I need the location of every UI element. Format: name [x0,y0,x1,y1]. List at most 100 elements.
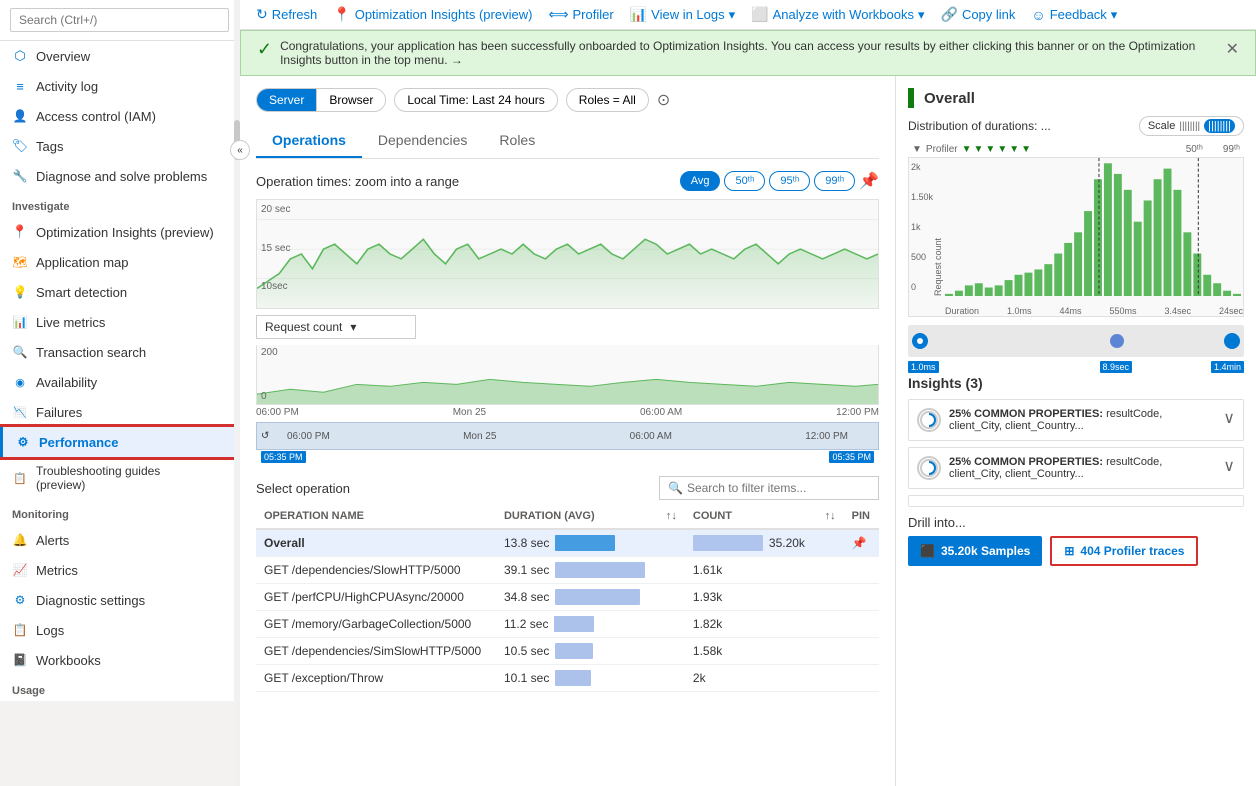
row-pin[interactable] [844,611,879,638]
insight-card-2[interactable]: 25% COMMON PROPERTIES: resultCode, clien… [908,447,1244,489]
sidebar-item-workbooks[interactable]: 📓 Workbooks [0,645,239,675]
sidebar-item-smart-detection[interactable]: 💡 Smart detection [0,277,239,307]
sidebar-item-metrics[interactable]: 📈 Metrics [0,555,239,585]
usage-section-title: Usage [0,675,239,701]
roles-filter-button[interactable]: Roles = All [566,88,649,112]
pin-button[interactable]: 📌 [859,171,879,191]
col-duration[interactable]: DURATION (AVG) [496,504,658,529]
sidebar-item-failures[interactable]: 📉 Failures [0,397,239,427]
sidebar-item-performance[interactable]: ⚙ Performance [0,427,239,457]
optimization-insights-button[interactable]: 📍 Optimization Insights (preview) [333,6,532,23]
distribution-label: Distribution of durations: ... [908,119,1051,133]
range-min-label: 1.0ms [908,361,939,373]
sidebar-item-logs[interactable]: 📋 Logs [0,615,239,645]
row-count: 1.61k [685,557,817,584]
search-input[interactable] [10,8,229,32]
p95-button[interactable]: 95ᵗʰ [769,171,810,191]
table-row[interactable]: GET /perfCPU/HighCPUAsync/20000 34.8 sec… [256,584,879,611]
row-pin[interactable] [844,638,879,665]
samples-button[interactable]: ⬛ 35.20k Samples [908,536,1042,566]
filter-settings-button[interactable]: ⊙ [657,90,670,110]
time-filter-button[interactable]: Local Time: Last 24 hours [394,88,557,112]
row-pin[interactable] [844,665,879,692]
drill-buttons: ⬛ 35.20k Samples ⊞ 404 Profiler traces [908,536,1244,566]
table-row[interactable]: Overall 13.8 sec 35.20k [256,529,879,557]
insight-expand-1[interactable]: ∨ [1223,408,1235,428]
range-slider[interactable]: 1.0ms 8.9sec 1.4min [908,325,1244,357]
main-content: ↻ Refresh 📍 Optimization Insights (previ… [240,0,1256,786]
sidebar-item-tags[interactable]: 🏷 Tags [0,131,239,161]
operations-table: OPERATION NAME DURATION (AVG) ↑↓ COUNT ↑… [256,504,879,692]
row-pin[interactable] [844,584,879,611]
marker-2: ▼ [974,144,984,155]
sidebar-item-overview[interactable]: ⬡ Overview [0,41,239,71]
avg-button[interactable]: Avg [680,171,721,191]
sidebar-item-alerts[interactable]: 🔔 Alerts [0,525,239,555]
p50-button[interactable]: 50ᵗʰ [724,171,765,191]
refresh-button[interactable]: ↻ Refresh [256,6,317,23]
smart-detection-icon: 💡 [12,284,28,300]
row-pin[interactable]: 📌 [844,529,879,557]
table-row[interactable]: GET /memory/GarbageCollection/5000 11.2 … [256,611,879,638]
profiler-traces-button[interactable]: ⊞ 404 Profiler traces [1050,536,1198,566]
profiler-button[interactable]: ⟺ Profiler [548,6,613,23]
sidebar-item-availability[interactable]: ◉ Availability [0,367,239,397]
profiler-funnel-icon: ▼ [912,144,922,155]
sidebar-item-optimization-insights[interactable]: 📍 Optimization Insights (preview) [0,217,239,247]
browser-filter-button[interactable]: Browser [317,89,385,111]
row-pin[interactable] [844,557,879,584]
range-handle-right[interactable] [1224,333,1240,349]
server-filter-button[interactable]: Server [257,89,317,111]
table-row[interactable]: GET /exception/Throw 10.1 sec 2k [256,665,879,692]
row-duration: 39.1 sec [496,557,658,584]
sidebar-item-transaction-search[interactable]: 🔍 Transaction search [0,337,239,367]
scale-label: Scale [1148,120,1176,132]
insight-expand-2[interactable]: ∨ [1223,456,1235,476]
sidebar-item-access-control[interactable]: 👤 Access control (IAM) [0,101,239,131]
y-label-20sec: 20 sec [261,204,290,215]
sidebar-item-diagnose[interactable]: 🔧 Diagnose and solve problems [0,161,239,191]
sidebar-item-diagnostic-settings[interactable]: ⚙ Diagnostic settings [0,585,239,615]
sidebar-item-troubleshooting[interactable]: 📋 Troubleshooting guides(preview) [0,457,239,499]
insight-card-1[interactable]: 25% COMMON PROPERTIES: resultCode, clien… [908,399,1244,441]
tab-dependencies[interactable]: Dependencies [362,124,484,158]
copy-link-button[interactable]: 🔗 Copy link [941,6,1016,23]
scale-toggle[interactable]: Scale |||||||| |||||||| [1139,116,1244,136]
table-row[interactable]: GET /dependencies/SimSlowHTTP/5000 10.5 … [256,638,879,665]
copy-link-icon: 🔗 [941,6,958,23]
insight-icon-1 [917,408,941,432]
request-count-dropdown[interactable]: Request count ▾ [256,315,416,339]
col-sort-duration[interactable]: ↑↓ [658,504,685,529]
range-handle-left[interactable] [912,333,928,349]
analyze-workbooks-button[interactable]: ⬜ Analyze with Workbooks ▾ [751,6,924,23]
timeline-brush[interactable]: ↺ 06:00 PM Mon 25 06:00 AM 12:00 PM 05:3… [256,422,879,450]
tab-roles[interactable]: Roles [483,124,551,158]
view-in-logs-button[interactable]: 📊 View in Logs ▾ [630,6,735,23]
row-count: 1.58k [685,638,817,665]
insights-title: Insights (3) [908,375,1244,391]
sidebar-item-activity-log[interactable]: ≡ Activity log [0,71,239,101]
x-label-2: 06:00 AM [640,407,682,418]
feedback-button[interactable]: ☺ Feedback ▾ [1031,7,1117,23]
sidebar-item-live-metrics[interactable]: 📊 Live metrics [0,307,239,337]
p99-button[interactable]: 99ᵗʰ [814,171,855,191]
sidebar-item-application-map[interactable]: 🗺 Application map [0,247,239,277]
table-row[interactable]: GET /dependencies/SlowHTTP/5000 39.1 sec… [256,557,879,584]
drill-section: Drill into... ⬛ 35.20k Samples ⊞ 404 Pro… [908,515,1244,566]
banner-close-button[interactable]: ✕ [1226,39,1239,59]
optimization-banner[interactable]: ✓ Congratulations, your application has … [240,30,1256,76]
sidebar-scrollbar[interactable] [234,0,240,786]
range-handle-mid[interactable] [1110,334,1124,348]
feedback-icon: ☺ [1031,7,1045,23]
sidebar-collapse-btn[interactable]: « [230,140,250,160]
col-count[interactable]: COUNT [685,504,817,529]
col-operation-name[interactable]: OPERATION NAME [256,504,496,529]
table-search-input[interactable] [687,481,870,495]
tab-operations[interactable]: Operations [256,124,362,158]
access-control-icon: 👤 [12,108,28,124]
col-pin[interactable]: PIN [844,504,879,529]
marker-5: ▼ [1009,144,1019,155]
col-sort-count[interactable]: ↑↓ [817,504,844,529]
profiler-row: ▼ Profiler ▼ ▼ ▼ ▼ ▼ ▼ 50ᵗʰ 99ᵗʰ [908,142,1244,157]
right-panel: Overall Distribution of durations: ... S… [896,76,1256,786]
